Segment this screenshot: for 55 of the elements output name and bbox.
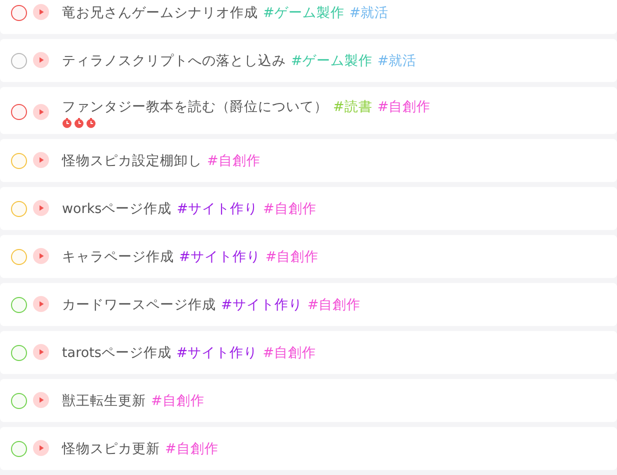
task-tag[interactable]: #自創作: [307, 296, 361, 314]
checkbox[interactable]: [11, 153, 27, 169]
checkbox[interactable]: [11, 249, 27, 265]
task-title: ファンタジー教本を読む（爵位について）: [62, 98, 328, 116]
play-icon[interactable]: [33, 248, 49, 264]
task-row[interactable]: キャラページ作成 #サイト作り #自創作: [0, 235, 617, 278]
task-row[interactable]: 怪物スピカ更新 #自創作: [0, 427, 617, 470]
timer-icon: [74, 118, 84, 128]
task-title: 竜お兄さんゲームシナリオ作成: [62, 4, 258, 22]
play-icon[interactable]: [33, 52, 49, 68]
play-icon[interactable]: [33, 152, 49, 168]
task-title: ティラノスクリプトへの落とし込み: [62, 52, 286, 70]
task-tag[interactable]: #サイト作り: [221, 296, 302, 314]
task-tag[interactable]: #自創作: [207, 152, 260, 170]
checkbox[interactable]: [11, 53, 27, 69]
checkbox[interactable]: [11, 441, 27, 457]
task-row[interactable]: ファンタジー教本を読む（爵位について） #読書 #自創作: [0, 87, 617, 134]
task-title: tarotsページ作成: [62, 344, 172, 362]
task-tag[interactable]: #自創作: [165, 440, 218, 458]
task-title: 獣王転生更新: [62, 392, 146, 410]
task-tag[interactable]: #自創作: [265, 248, 319, 266]
checkbox[interactable]: [11, 201, 27, 217]
task-row[interactable]: カードワースページ作成 #サイト作り #自創作: [0, 283, 617, 326]
checkbox[interactable]: [11, 345, 27, 361]
task-row[interactable]: 竜お兄さんゲームシナリオ作成 #ゲーム製作 #就活: [0, 0, 617, 34]
play-icon[interactable]: [33, 392, 49, 408]
task-title: worksページ作成: [62, 200, 172, 218]
task-tag[interactable]: #自創作: [263, 200, 316, 218]
play-icon[interactable]: [33, 440, 49, 456]
play-icon[interactable]: [33, 104, 49, 120]
checkbox[interactable]: [11, 5, 27, 21]
timer-icon: [62, 118, 72, 128]
task-tag[interactable]: #自創作: [151, 392, 204, 410]
task-tag[interactable]: #自創作: [377, 98, 431, 116]
play-icon[interactable]: [33, 200, 49, 216]
task-tag[interactable]: #サイト作り: [176, 200, 258, 218]
task-title: 怪物スピカ更新: [62, 440, 160, 458]
task-title: 怪物スピカ設定棚卸し: [62, 152, 202, 170]
task-title: カードワースページ作成: [62, 296, 216, 314]
task-tag[interactable]: #サイト作り: [176, 344, 258, 362]
task-row[interactable]: 怪物スピカ設定棚卸し #自創作: [0, 139, 617, 182]
play-icon[interactable]: [33, 4, 49, 20]
checkbox[interactable]: [11, 393, 27, 409]
task-row[interactable]: tarotsページ作成 #サイト作り #自創作: [0, 331, 617, 374]
task-row[interactable]: 獣王転生更新 #自創作: [0, 379, 617, 422]
checkbox[interactable]: [11, 297, 27, 313]
task-row[interactable]: worksページ作成 #サイト作り #自創作: [0, 187, 617, 230]
checkbox[interactable]: [11, 104, 27, 120]
play-icon[interactable]: [33, 344, 49, 360]
task-tag[interactable]: #サイト作り: [179, 248, 260, 266]
play-icon[interactable]: [33, 296, 49, 312]
timer-icon: [86, 118, 96, 128]
task-row[interactable]: ティラノスクリプトへの落とし込み #ゲーム製作 #就活: [0, 39, 617, 82]
task-title: キャラページ作成: [62, 248, 174, 266]
task-tag[interactable]: #自創作: [262, 344, 316, 362]
